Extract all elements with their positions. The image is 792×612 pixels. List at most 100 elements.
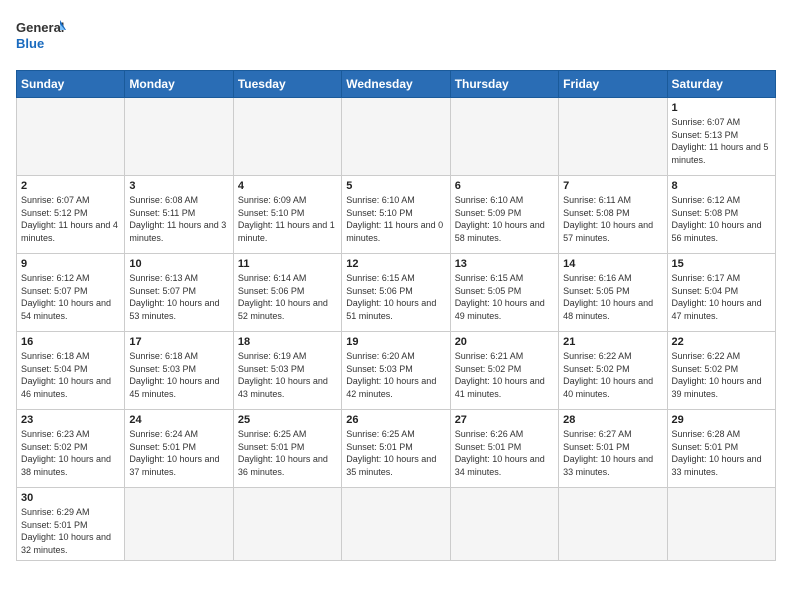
calendar-cell bbox=[17, 98, 125, 176]
day-info: Sunrise: 6:22 AMSunset: 5:02 PMDaylight:… bbox=[563, 350, 662, 400]
day-info: Sunrise: 6:07 AMSunset: 5:12 PMDaylight:… bbox=[21, 194, 120, 244]
calendar-week-3: 16 Sunrise: 6:18 AMSunset: 5:04 PMDayligh… bbox=[17, 332, 776, 410]
calendar-cell: 30Sunrise: 6:29 AMSunset: 5:01 PMDayligh… bbox=[17, 488, 125, 561]
day-number: 3 bbox=[129, 180, 228, 192]
day-number: 17 bbox=[129, 336, 228, 348]
calendar-cell: 12Sunrise: 6:15 AMSunset: 5:06 PMDayligh… bbox=[342, 254, 450, 332]
calendar-cell: 29Sunrise: 6:28 AMSunset: 5:01 PMDayligh… bbox=[667, 410, 775, 488]
calendar-cell: 8 Sunrise: 6:12 AMSunset: 5:08 PMDaylight… bbox=[667, 176, 775, 254]
calendar-cell bbox=[559, 98, 667, 176]
calendar-cell: 3 Sunrise: 6:08 AMSunset: 5:11 PMDaylight… bbox=[125, 176, 233, 254]
day-number: 10 bbox=[129, 258, 228, 270]
calendar-cell: 11 Sunrise: 6:14 AMSunset: 5:06 PMDayligh… bbox=[233, 254, 341, 332]
logo: General Blue bbox=[16, 16, 66, 60]
day-info: Sunrise: 6:26 AMSunset: 5:01 PMDaylight:… bbox=[455, 428, 554, 478]
day-number: 7 bbox=[563, 180, 662, 192]
day-number: 11 bbox=[238, 258, 337, 270]
calendar-cell: 26 Sunrise: 6:25 AMSunset: 5:01 PMDayligh… bbox=[342, 410, 450, 488]
calendar-cell: 21 Sunrise: 6:22 AMSunset: 5:02 PMDayligh… bbox=[559, 332, 667, 410]
logo-svg: General Blue bbox=[16, 16, 66, 60]
day-number: 4 bbox=[238, 180, 337, 192]
day-info: Sunrise: 6:28 AMSunset: 5:01 PMDaylight:… bbox=[672, 428, 771, 478]
calendar-week-2: 9 Sunrise: 6:12 AMSunset: 5:07 PMDaylight… bbox=[17, 254, 776, 332]
day-info: Sunrise: 6:21 AMSunset: 5:02 PMDaylight:… bbox=[455, 350, 554, 400]
calendar-cell: 5Sunrise: 6:10 AMSunset: 5:10 PMDaylight… bbox=[342, 176, 450, 254]
calendar-cell bbox=[125, 98, 233, 176]
calendar-cell: 2 Sunrise: 6:07 AMSunset: 5:12 PMDaylight… bbox=[17, 176, 125, 254]
day-number: 6 bbox=[455, 180, 554, 192]
calendar-week-1: 2 Sunrise: 6:07 AMSunset: 5:12 PMDaylight… bbox=[17, 176, 776, 254]
calendar-cell: 1Sunrise: 6:07 AMSunset: 5:13 PMDaylight… bbox=[667, 98, 775, 176]
day-number: 2 bbox=[21, 180, 120, 192]
day-info: Sunrise: 6:24 AMSunset: 5:01 PMDaylight:… bbox=[129, 428, 228, 478]
day-info: Sunrise: 6:18 AMSunset: 5:03 PMDaylight:… bbox=[129, 350, 228, 400]
day-number: 25 bbox=[238, 414, 337, 426]
calendar-cell bbox=[559, 488, 667, 561]
day-info: Sunrise: 6:20 AMSunset: 5:03 PMDaylight:… bbox=[346, 350, 445, 400]
calendar-cell: 23 Sunrise: 6:23 AMSunset: 5:02 PMDayligh… bbox=[17, 410, 125, 488]
day-number: 20 bbox=[455, 336, 554, 348]
days-header-row: SundayMondayTuesdayWednesdayThursdayFrid… bbox=[17, 71, 776, 98]
day-number: 21 bbox=[563, 336, 662, 348]
svg-text:Blue: Blue bbox=[16, 36, 44, 51]
calendar-cell bbox=[342, 98, 450, 176]
day-number: 9 bbox=[21, 258, 120, 270]
day-info: Sunrise: 6:07 AMSunset: 5:13 PMDaylight:… bbox=[672, 116, 771, 166]
day-info: Sunrise: 6:19 AMSunset: 5:03 PMDaylight:… bbox=[238, 350, 337, 400]
calendar-cell: 4 Sunrise: 6:09 AMSunset: 5:10 PMDaylight… bbox=[233, 176, 341, 254]
day-number: 26 bbox=[346, 414, 445, 426]
day-header-saturday: Saturday bbox=[667, 71, 775, 98]
day-info: Sunrise: 6:22 AMSunset: 5:02 PMDaylight:… bbox=[672, 350, 771, 400]
calendar-cell: 18Sunrise: 6:19 AMSunset: 5:03 PMDayligh… bbox=[233, 332, 341, 410]
calendar-cell bbox=[450, 488, 558, 561]
calendar-week-4: 23 Sunrise: 6:23 AMSunset: 5:02 PMDayligh… bbox=[17, 410, 776, 488]
calendar-cell: 22 Sunrise: 6:22 AMSunset: 5:02 PMDayligh… bbox=[667, 332, 775, 410]
day-number: 14 bbox=[563, 258, 662, 270]
day-number: 19 bbox=[346, 336, 445, 348]
day-header-sunday: Sunday bbox=[17, 71, 125, 98]
calendar-cell: 14 Sunrise: 6:16 AMSunset: 5:05 PMDayligh… bbox=[559, 254, 667, 332]
day-number: 24 bbox=[129, 414, 228, 426]
day-info: Sunrise: 6:08 AMSunset: 5:11 PMDaylight:… bbox=[129, 194, 228, 244]
day-info: Sunrise: 6:23 AMSunset: 5:02 PMDaylight:… bbox=[21, 428, 120, 478]
calendar-cell: 13 Sunrise: 6:15 AMSunset: 5:05 PMDayligh… bbox=[450, 254, 558, 332]
day-info: Sunrise: 6:13 AMSunset: 5:07 PMDaylight:… bbox=[129, 272, 228, 322]
calendar-cell bbox=[125, 488, 233, 561]
day-number: 12 bbox=[346, 258, 445, 270]
day-info: Sunrise: 6:14 AMSunset: 5:06 PMDaylight:… bbox=[238, 272, 337, 322]
day-number: 22 bbox=[672, 336, 771, 348]
svg-text:General: General bbox=[16, 20, 64, 35]
day-info: Sunrise: 6:12 AMSunset: 5:07 PMDaylight:… bbox=[21, 272, 120, 322]
day-header-thursday: Thursday bbox=[450, 71, 558, 98]
day-info: Sunrise: 6:25 AMSunset: 5:01 PMDaylight:… bbox=[238, 428, 337, 478]
calendar-cell: 10 Sunrise: 6:13 AMSunset: 5:07 PMDayligh… bbox=[125, 254, 233, 332]
day-number: 23 bbox=[21, 414, 120, 426]
day-number: 13 bbox=[455, 258, 554, 270]
header: General Blue bbox=[16, 16, 776, 60]
day-number: 8 bbox=[672, 180, 771, 192]
day-info: Sunrise: 6:12 AMSunset: 5:08 PMDaylight:… bbox=[672, 194, 771, 244]
day-info: Sunrise: 6:15 AMSunset: 5:05 PMDaylight:… bbox=[455, 272, 554, 322]
calendar-cell: 9 Sunrise: 6:12 AMSunset: 5:07 PMDaylight… bbox=[17, 254, 125, 332]
calendar-cell: 19 Sunrise: 6:20 AMSunset: 5:03 PMDayligh… bbox=[342, 332, 450, 410]
calendar-cell bbox=[342, 488, 450, 561]
calendar-cell bbox=[233, 98, 341, 176]
day-info: Sunrise: 6:10 AMSunset: 5:10 PMDaylight:… bbox=[346, 194, 445, 244]
calendar-cell: 20 Sunrise: 6:21 AMSunset: 5:02 PMDayligh… bbox=[450, 332, 558, 410]
calendar-cell: 27Sunrise: 6:26 AMSunset: 5:01 PMDayligh… bbox=[450, 410, 558, 488]
calendar-cell: 6 Sunrise: 6:10 AMSunset: 5:09 PMDaylight… bbox=[450, 176, 558, 254]
day-info: Sunrise: 6:09 AMSunset: 5:10 PMDaylight:… bbox=[238, 194, 337, 244]
day-info: Sunrise: 6:16 AMSunset: 5:05 PMDaylight:… bbox=[563, 272, 662, 322]
calendar-cell bbox=[667, 488, 775, 561]
day-header-tuesday: Tuesday bbox=[233, 71, 341, 98]
day-number: 16 bbox=[21, 336, 120, 348]
calendar-cell: 24 Sunrise: 6:24 AMSunset: 5:01 PMDayligh… bbox=[125, 410, 233, 488]
day-number: 30 bbox=[21, 492, 120, 504]
day-info: Sunrise: 6:18 AMSunset: 5:04 PMDaylight:… bbox=[21, 350, 120, 400]
day-info: Sunrise: 6:10 AMSunset: 5:09 PMDaylight:… bbox=[455, 194, 554, 244]
day-info: Sunrise: 6:27 AMSunset: 5:01 PMDaylight:… bbox=[563, 428, 662, 478]
calendar-week-0: 1Sunrise: 6:07 AMSunset: 5:13 PMDaylight… bbox=[17, 98, 776, 176]
calendar-cell: 25 Sunrise: 6:25 AMSunset: 5:01 PMDayligh… bbox=[233, 410, 341, 488]
calendar-cell: 16 Sunrise: 6:18 AMSunset: 5:04 PMDayligh… bbox=[17, 332, 125, 410]
day-info: Sunrise: 6:25 AMSunset: 5:01 PMDaylight:… bbox=[346, 428, 445, 478]
